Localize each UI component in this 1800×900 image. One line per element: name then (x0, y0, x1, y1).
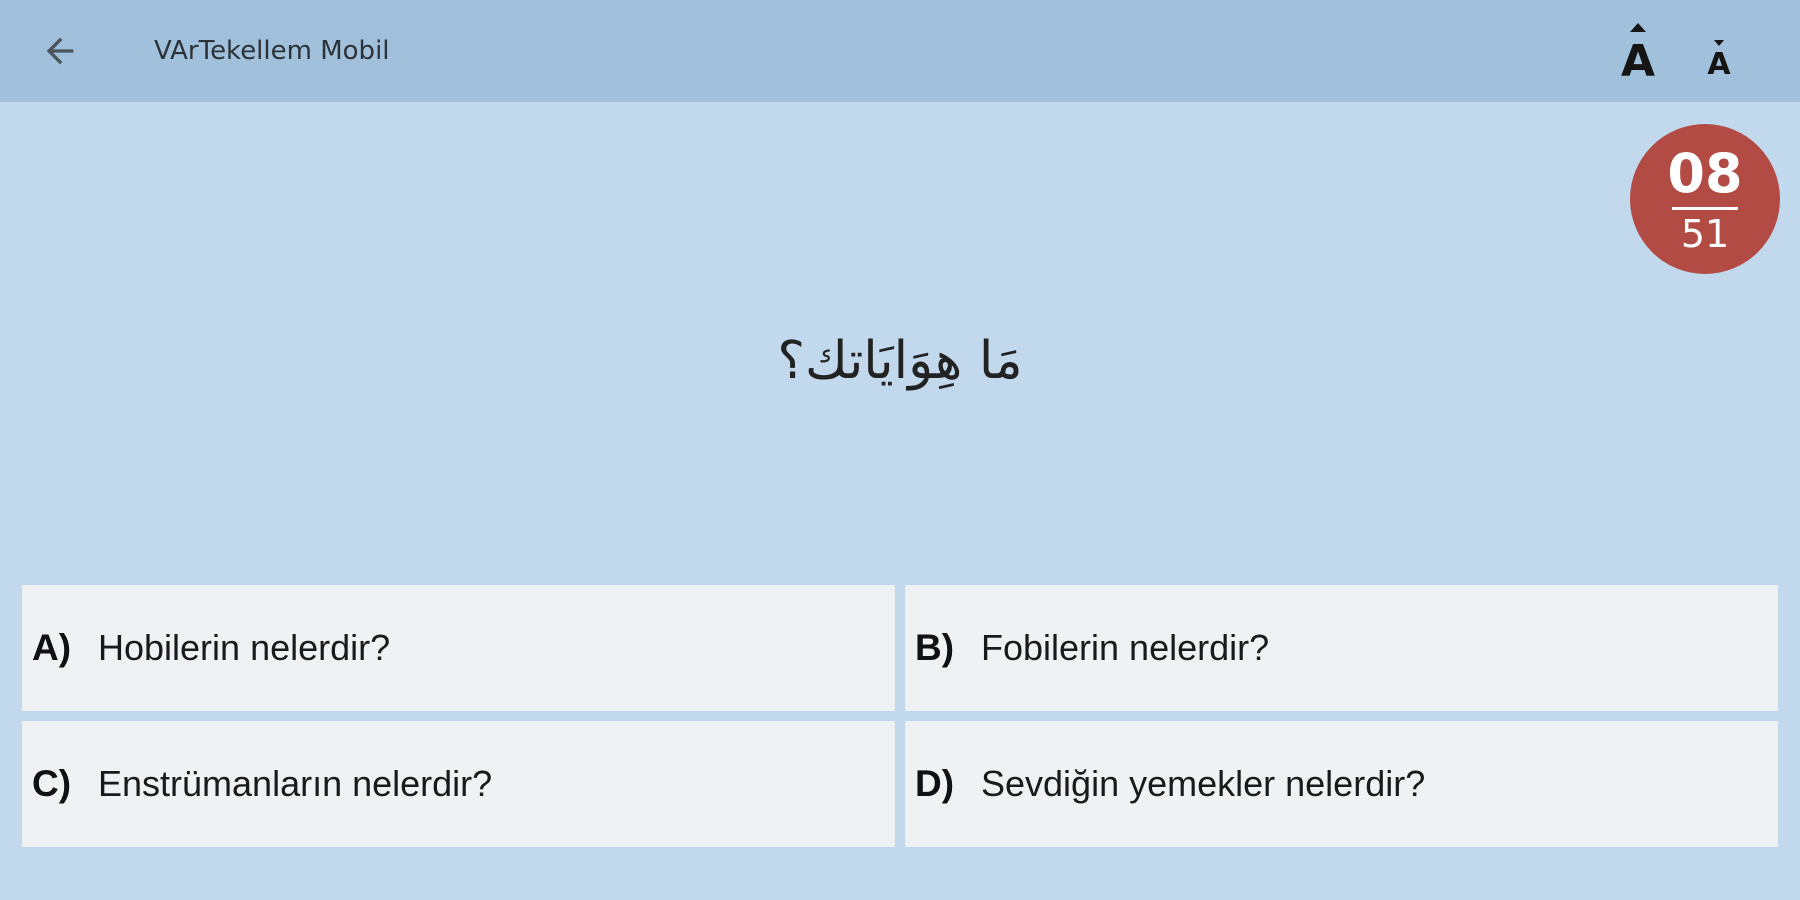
current-question-number: 08 (1667, 142, 1743, 205)
font-size-decrease-button[interactable]: A (1698, 18, 1740, 84)
question-text: مَا هِوَايَاتك؟ (777, 331, 1023, 391)
answer-text: Enstrümanların nelerdir? (98, 763, 493, 804)
answer-option-d[interactable]: D) Sevdiğin yemekler nelerdir? (905, 721, 1778, 847)
answer-letter: B) (915, 627, 955, 668)
answer-option-a[interactable]: A) Hobilerin nelerdir? (22, 585, 895, 711)
svg-text:A: A (1707, 47, 1731, 82)
back-button[interactable] (36, 27, 84, 75)
answer-option-b[interactable]: B) Fobilerin nelerdir? (905, 585, 1778, 711)
app-bar: VArTekellem Mobil A A (0, 0, 1800, 102)
answer-letter: D) (915, 763, 955, 804)
app-title: VArTekellem Mobil (154, 36, 390, 66)
font-size-increase-button[interactable]: A (1610, 18, 1666, 84)
total-questions-number: 51 (1680, 212, 1730, 256)
answer-option-c[interactable]: C) Enstrümanların nelerdir? (22, 721, 895, 847)
font-size-increase-icon: A (1621, 23, 1655, 84)
answer-text: Hobilerin nelerdir? (98, 627, 391, 668)
arrow-left-icon (46, 37, 74, 65)
answer-text: Fobilerin nelerdir? (981, 627, 1270, 668)
font-size-decrease-icon: A (1707, 40, 1731, 82)
svg-text:A: A (1621, 36, 1655, 84)
answer-letter: C) (32, 763, 72, 804)
counter-divider (1672, 207, 1738, 210)
answer-letter: A) (32, 627, 72, 668)
question-counter-badge: 08 51 (1630, 124, 1780, 274)
answer-text: Sevdiğin yemekler nelerdir? (981, 763, 1426, 804)
